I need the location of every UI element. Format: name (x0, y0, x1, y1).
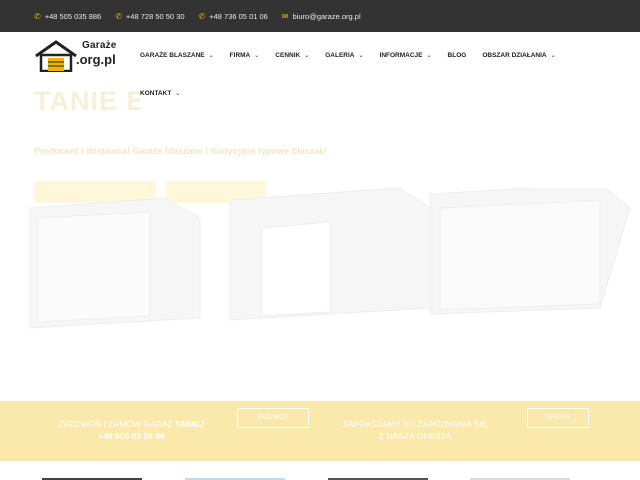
contact-email[interactable]: ✉ biuro@garaze.org.pl (282, 12, 361, 21)
contact-phone-3[interactable]: ✆ +48 736 05 01 06 (199, 12, 268, 21)
chevron-down-icon: ⌄ (426, 52, 432, 59)
nav-galeria[interactable]: GALERIA ⌄ (325, 52, 363, 59)
nav-label: BLOG (447, 51, 467, 59)
hero-subtitle: Producent i dostawca! Garaże blaszane i … (34, 146, 328, 156)
mail-icon: ✉ (281, 11, 289, 21)
cta-left-phone[interactable]: +48 505 03 58 86 (98, 431, 164, 441)
hero-title: TANIE B (34, 86, 147, 116)
cta-left-bold: TANIEJ (175, 419, 205, 429)
logo-line-1: Garaże (82, 40, 117, 51)
chevron-down-icon: ⌄ (304, 52, 310, 59)
nav-obszar-dzialania[interactable]: OBSZAR DZIAŁANIA ⌄ (482, 52, 555, 59)
contact-email-text: biuro@garaze.org.pl (292, 11, 361, 21)
cta-left-text: ZADZWOŃ I ZAMÓW GARAŻ TANIEJ +48 505 03 … (34, 418, 229, 442)
phone-icon: ✆ (198, 11, 206, 21)
cta-offer-button[interactable]: OFERTA (527, 408, 589, 428)
nav-kontakt[interactable]: KONTAKT ⌄ (140, 90, 180, 97)
cta-band: ZADZWOŃ I ZAMÓW GARAŻ TANIEJ +48 505 03 … (0, 401, 640, 461)
nav-label: INFORMACJE (379, 51, 423, 59)
cta-right-line-1: ZAPRASZAMY DO ZAPOZNANIA SIĘ (342, 419, 488, 429)
nav-label: CENNIK (275, 51, 301, 59)
site-header: Garaże .org.pl GARAŻE BLASZANE ⌄ FIRMA ⌄ C… (0, 32, 640, 78)
contact-phone-1-text: +48 505 035 886 (44, 11, 102, 21)
contact-phone-3-text: +48 736 05 01 06 (209, 11, 268, 21)
nav-cennik[interactable]: CENNIK ⌄ (275, 52, 309, 59)
main-nav: GARAŻE BLASZANE ⌄ FIRMA ⌄ CENNIK ⌄ GALERIA ⌄… (140, 32, 572, 78)
chevron-down-icon: ⌄ (175, 90, 181, 97)
contact-phone-2-text: +48 728 50 50 30 (125, 11, 185, 21)
gallery-strip (0, 461, 640, 480)
garages-image (29, 188, 631, 329)
nav-label: FIRMA (229, 51, 251, 59)
cta-right-line-2: Z NASZĄ OFERTĄ (378, 431, 452, 441)
nav-label: GARAŻE BLASZANE (140, 51, 205, 59)
nav-label: OBSZAR DZIAŁANIA (482, 51, 547, 59)
chevron-down-icon: ⌄ (254, 52, 260, 59)
cta-left-label: ZADZWOŃ I ZAMÓW GARAŻ (58, 419, 173, 429)
chevron-down-icon: ⌄ (550, 52, 556, 59)
nav-informacje[interactable]: INFORMACJE ⌄ (380, 52, 432, 59)
phone-icon: ✆ (115, 11, 122, 21)
chevron-down-icon: ⌄ (358, 52, 364, 59)
phone-icon: ✆ (34, 11, 41, 21)
nav-label: KONTAKT (140, 89, 172, 97)
cta-call-button[interactable]: ZADZWOŃ (237, 408, 309, 428)
top-contact-bar: ✆ +48 505 035 886 ✆ +48 728 50 50 30 ✆ +… (0, 0, 640, 32)
main-nav-row-2: KONTAKT ⌄ (140, 78, 606, 108)
chevron-down-icon: ⌄ (208, 52, 214, 59)
contact-phone-1[interactable]: ✆ +48 505 035 886 (34, 12, 101, 21)
cta-right-text: ZAPRASZAMY DO ZAPOZNANIA SIĘ Z NASZĄ OFE… (325, 418, 505, 442)
logo-line-2: .org.pl (76, 52, 116, 67)
nav-blog[interactable]: BLOG (448, 52, 467, 59)
nav-label: GALERIA (325, 51, 355, 59)
contact-phone-2[interactable]: ✆ +48 728 50 50 30 (115, 12, 184, 21)
site-logo[interactable]: Garaże .org.pl (34, 38, 118, 72)
hero-banner: TANIE B Producent i dostawca! Garaże bla… (0, 78, 640, 401)
nav-firma[interactable]: FIRMA ⌄ (230, 52, 260, 59)
nav-garaze-blaszane[interactable]: GARAŻE BLASZANE ⌄ (140, 52, 214, 59)
